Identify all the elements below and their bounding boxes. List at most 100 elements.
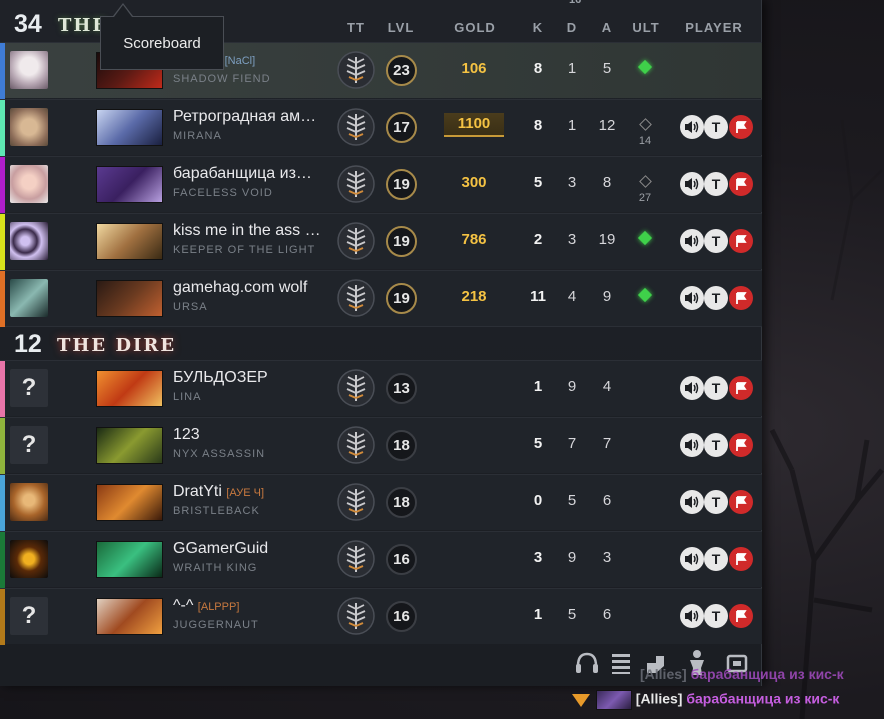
- chat-channel-arrow-icon[interactable]: [570, 691, 592, 709]
- report-flag-icon[interactable]: [729, 604, 753, 628]
- player-name[interactable]: БУЛЬДОЗЕР: [173, 369, 333, 387]
- player-deaths: 7: [567, 435, 577, 452]
- player-name-text: GGamerGuid: [173, 540, 269, 557]
- stats-table-icon[interactable]: [606, 648, 636, 678]
- hero-portrait[interactable]: [96, 280, 163, 317]
- talent-tree-icon[interactable]: [336, 49, 376, 91]
- hero-portrait[interactable]: [96, 541, 163, 578]
- tip-button[interactable]: T: [704, 376, 728, 400]
- report-flag-icon[interactable]: [729, 172, 753, 196]
- player-name[interactable]: GGamerGuid: [173, 540, 333, 558]
- talent-tree-icon[interactable]: [336, 595, 376, 637]
- mute-speaker-icon[interactable]: [680, 229, 704, 253]
- player-assists: 3: [602, 549, 612, 566]
- talent-tree-icon[interactable]: [336, 163, 376, 205]
- player-avatar[interactable]: [10, 540, 48, 578]
- player-color-bar: [0, 271, 5, 327]
- hero-level: 19: [386, 226, 417, 257]
- player-gold: 300: [461, 174, 487, 191]
- chat-ghost-allies: [Allies]: [640, 666, 687, 682]
- hero-portrait[interactable]: [96, 427, 163, 464]
- player-avatar[interactable]: [10, 51, 48, 89]
- report-flag-icon[interactable]: [729, 490, 753, 514]
- player-name[interactable]: ^-^ [ALPPP]: [173, 597, 333, 615]
- player-deaths: 1: [567, 117, 577, 134]
- hero-name: KEEPER OF THE LIGHT: [173, 244, 316, 256]
- hero-portrait[interactable]: [96, 598, 163, 635]
- report-flag-icon[interactable]: [729, 433, 753, 457]
- player-avatar[interactable]: [10, 279, 48, 317]
- tip-button[interactable]: T: [704, 490, 728, 514]
- tip-button[interactable]: T: [704, 547, 728, 571]
- report-flag-icon[interactable]: [729, 376, 753, 400]
- tip-button[interactable]: T: [704, 286, 728, 310]
- hero-name: FACELESS VOID: [173, 187, 273, 199]
- tip-button[interactable]: T: [704, 229, 728, 253]
- mute-speaker-icon[interactable]: [680, 376, 704, 400]
- talent-tree-icon[interactable]: [336, 367, 376, 409]
- player-color-bar: [0, 157, 5, 213]
- hero-level: 19: [386, 169, 417, 200]
- talent-tree-icon[interactable]: [336, 538, 376, 580]
- talent-tree-icon[interactable]: [336, 277, 376, 319]
- player-avatar[interactable]: [10, 108, 48, 146]
- mute-speaker-icon[interactable]: [680, 115, 704, 139]
- hero-portrait[interactable]: [96, 223, 163, 260]
- hero-level: 19: [386, 283, 417, 314]
- player-gold: 786: [461, 231, 487, 248]
- player-name-text: gamehag.com wolf: [173, 279, 308, 296]
- talent-tree-icon[interactable]: [336, 220, 376, 262]
- mute-speaker-icon[interactable]: [680, 286, 704, 310]
- hero-portrait[interactable]: [96, 166, 163, 203]
- hero-name: MIRANA: [173, 130, 222, 142]
- player-avatar-unknown[interactable]: ?: [10, 426, 48, 464]
- player-kills: 11: [530, 288, 546, 305]
- talent-tree-icon[interactable]: [336, 424, 376, 466]
- tip-button[interactable]: T: [704, 604, 728, 628]
- player-name[interactable]: gamehag.com wolf: [173, 279, 333, 297]
- player-deaths: 5: [567, 606, 577, 623]
- ult-cooldown-seconds: 27: [638, 192, 652, 204]
- player-kills: 1: [533, 378, 543, 395]
- player-name[interactable]: DratYti [АУЕ Ч]: [173, 483, 333, 501]
- report-flag-icon[interactable]: [729, 115, 753, 139]
- mute-speaker-icon[interactable]: [680, 490, 704, 514]
- background-branches: [769, 119, 884, 719]
- talent-tree-icon[interactable]: [336, 106, 376, 148]
- hero-portrait[interactable]: [96, 109, 163, 146]
- mute-speaker-icon[interactable]: [680, 433, 704, 457]
- player-name[interactable]: Ретроградная ам…: [173, 108, 333, 126]
- player-gold: 106: [461, 60, 487, 77]
- col-header-player: PLAYER: [685, 20, 743, 35]
- player-avatar[interactable]: [10, 222, 48, 260]
- player-color-bar: [0, 475, 5, 531]
- hero-portrait[interactable]: [96, 484, 163, 521]
- guild-tag: [ALPPP]: [197, 601, 240, 613]
- mute-speaker-icon[interactable]: [680, 172, 704, 196]
- player-avatar-unknown[interactable]: ?: [10, 597, 48, 635]
- tip-button[interactable]: T: [704, 172, 728, 196]
- player-name[interactable]: kiss me in the ass …: [173, 222, 333, 240]
- player-name[interactable]: 123: [173, 426, 333, 444]
- voice-headset-icon[interactable]: [572, 648, 602, 678]
- player-name-text: Ретроградная ам…: [173, 108, 317, 125]
- hero-level: 13: [386, 373, 417, 404]
- player-name[interactable]: барабанщица из…: [173, 165, 333, 183]
- report-flag-icon[interactable]: [729, 229, 753, 253]
- report-flag-icon[interactable]: [729, 547, 753, 571]
- tip-button[interactable]: T: [704, 433, 728, 457]
- mute-speaker-icon[interactable]: [680, 604, 704, 628]
- ult-ready-icon: [637, 230, 653, 246]
- player-avatar-unknown[interactable]: ?: [10, 369, 48, 407]
- player-color-bar: [0, 361, 5, 417]
- player-name-text: БУЛЬДОЗЕР: [173, 369, 268, 386]
- player-deaths: 9: [567, 378, 577, 395]
- player-avatar[interactable]: [10, 483, 48, 521]
- mute-speaker-icon[interactable]: [680, 547, 704, 571]
- player-name-text: kiss me in the ass …: [173, 222, 321, 239]
- report-flag-icon[interactable]: [729, 286, 753, 310]
- tip-button[interactable]: T: [704, 115, 728, 139]
- hero-portrait[interactable]: [96, 370, 163, 407]
- player-avatar[interactable]: [10, 165, 48, 203]
- talent-tree-icon[interactable]: [336, 481, 376, 523]
